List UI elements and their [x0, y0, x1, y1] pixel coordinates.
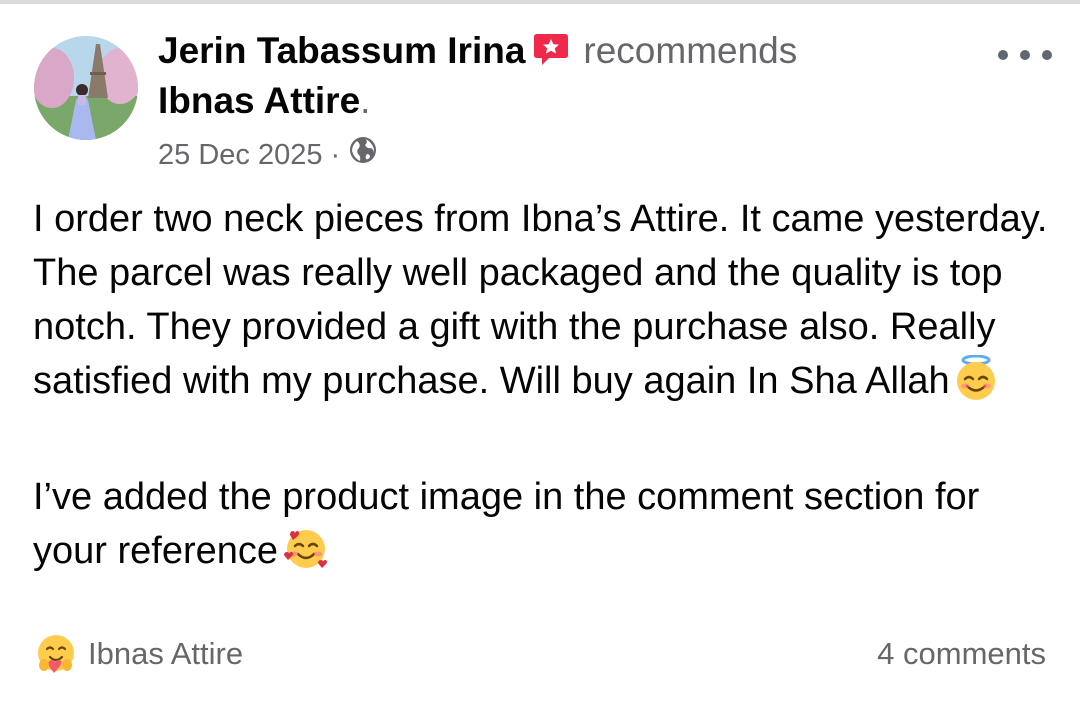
avatar-photo: [34, 36, 138, 140]
hugging-face-icon: [38, 635, 74, 673]
avatar[interactable]: [34, 36, 138, 140]
post-meta: 25 Dec 2025 ·: [158, 135, 378, 174]
post-paragraph-text: I’ve added the product image in the comm…: [33, 476, 980, 572]
more-options-icon: [998, 50, 1008, 60]
recommendation-badge-icon: [533, 31, 569, 78]
post-paragraph: I’ve added the product image in the comm…: [33, 470, 1063, 586]
smiling-face-with-hearts-icon: [282, 525, 330, 586]
reaction-name: Ibnas Attire: [88, 636, 244, 671]
more-options-button[interactable]: [998, 40, 1052, 70]
post-date[interactable]: 25 Dec 2025: [158, 137, 322, 173]
comments-count-link[interactable]: 4 comments: [877, 632, 1046, 676]
post-body: I order two neck pieces from Ibna’s Atti…: [33, 192, 1063, 586]
page-name-link[interactable]: Ibnas Attire: [158, 80, 360, 121]
author-name[interactable]: Jerin Tabassum Irina: [158, 30, 525, 71]
top-divider: [0, 0, 1080, 4]
globe-icon: [348, 135, 378, 174]
post-header-line-1: Jerin Tabassum Irina recommends: [158, 28, 797, 78]
post-paragraph-text: I order two neck pieces from Ibna’s Atti…: [33, 198, 1048, 402]
reaction-summary[interactable]: Ibnas Attire: [34, 632, 243, 676]
more-options-icon: [1020, 50, 1030, 60]
smiling-face-with-halo-icon: [954, 354, 998, 416]
header-period: .: [360, 80, 371, 121]
recommends-text: recommends: [583, 30, 798, 71]
post-header-line-2: Ibnas Attire.: [158, 78, 370, 124]
meta-separator: ·: [330, 138, 341, 171]
recommendation-post: Jerin Tabassum Irina recommends Ibnas At…: [0, 0, 1080, 710]
post-paragraph: I order two neck pieces from Ibna’s Atti…: [33, 192, 1063, 416]
more-options-icon: [1042, 50, 1052, 60]
